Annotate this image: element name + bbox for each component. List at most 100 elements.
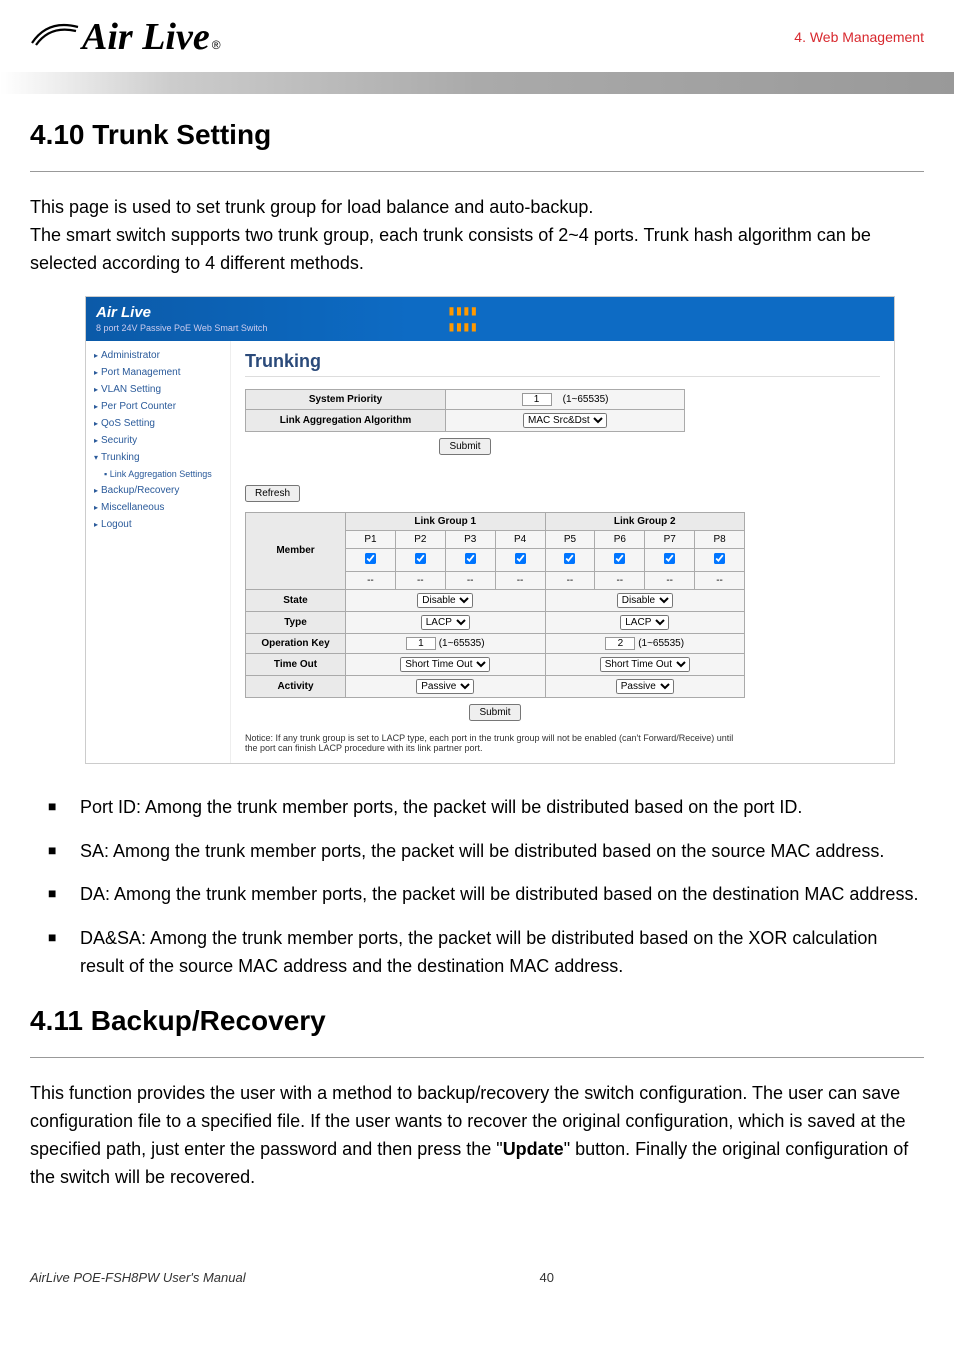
port-header: P3 (445, 530, 495, 548)
timeout-select-g2[interactable]: Short Time Out (600, 657, 690, 672)
submit-button-top[interactable]: Submit (439, 438, 490, 455)
sidebar-item-label: Link Aggregation Settings (110, 469, 212, 479)
port-indicator-icon: ▮▮▮▮▮▮▮▮ (447, 303, 477, 335)
sidebar-item-port-management[interactable]: ▸Port Management (86, 364, 230, 381)
activity-select-g2[interactable]: Passive (616, 679, 674, 694)
lacp-notice: Notice: If any trunk group is set to LAC… (245, 733, 745, 753)
member-checkbox-p8[interactable] (714, 553, 725, 564)
member-checkbox-p7[interactable] (664, 553, 675, 564)
sidebar-item-label: Miscellaneous (101, 502, 164, 513)
chevron-icon: ▸ (94, 385, 98, 394)
port-header: P6 (595, 530, 645, 548)
port-header: P8 (695, 530, 745, 548)
dash-cell: -- (495, 571, 545, 589)
algo-label: Link Aggregation Algorithm (246, 409, 446, 431)
brand-registered: ® (212, 38, 221, 52)
dash-cell: -- (645, 571, 695, 589)
system-priority-input[interactable] (522, 393, 552, 406)
member-checkbox-p5[interactable] (564, 553, 575, 564)
ss-brand: Air Live (96, 304, 267, 321)
dash-cell: -- (395, 571, 445, 589)
timeout-select-g1[interactable]: Short Time Out (400, 657, 490, 672)
activity-select-g1[interactable]: Passive (416, 679, 474, 694)
update-bold: Update (503, 1139, 564, 1159)
sidebar-item-label: Port Management (101, 367, 181, 378)
chevron-icon: ▸ (94, 520, 98, 529)
paragraph: This page is used to set trunk group for… (30, 194, 924, 278)
port-header: P1 (346, 530, 396, 548)
sidebar-item-trunking[interactable]: ▾Trunking (86, 449, 230, 466)
section-title-trunk: 4.10 Trunk Setting (30, 119, 924, 151)
system-priority-cell: (1~65535) (446, 389, 685, 409)
trunking-screenshot: Air Live 8 port 24V Passive PoE Web Smar… (85, 296, 895, 764)
sidebar-item-label: Backup/Recovery (101, 485, 179, 496)
refresh-button[interactable]: Refresh (245, 485, 300, 502)
sidebar-item-label: Administrator (101, 350, 160, 361)
port-header: P2 (395, 530, 445, 548)
sidebar-item-port-counter[interactable]: ▸Per Port Counter (86, 398, 230, 415)
port-header: P5 (545, 530, 595, 548)
member-checkbox-p6[interactable] (614, 553, 625, 564)
sidebar-item-qos[interactable]: ▸QoS Setting (86, 415, 230, 432)
opkey-input-g1[interactable] (406, 637, 436, 650)
dash-cell: -- (346, 571, 396, 589)
sidebar-item-misc[interactable]: ▸Miscellaneous (86, 499, 230, 516)
ss-main: Trunking System Priority (1~65535) Link … (231, 341, 894, 763)
bullet-list: Port ID: Among the trunk member ports, t… (30, 794, 924, 981)
state-select-g1[interactable]: Disable (417, 593, 473, 608)
ss-sidebar: ▸Administrator ▸Port Management ▸VLAN Se… (86, 341, 231, 763)
header-divider-bar (0, 72, 954, 94)
chevron-icon: ▸ (94, 351, 98, 360)
type-label: Type (246, 611, 346, 633)
member-checkbox-p3[interactable] (465, 553, 476, 564)
sidebar-item-label: Logout (101, 519, 132, 530)
priority-table: System Priority (1~65535) Link Aggregati… (245, 389, 685, 432)
algo-select[interactable]: MAC Src&Dst (523, 413, 607, 428)
sidebar-item-label: VLAN Setting (101, 384, 161, 395)
member-label: Member (246, 512, 346, 589)
link-group-2-header: Link Group 2 (545, 512, 745, 530)
sidebar-item-security[interactable]: ▸Security (86, 432, 230, 449)
chevron-icon: ▸ (94, 503, 98, 512)
type-select-g2[interactable]: LACP (620, 615, 669, 630)
dash-cell: -- (545, 571, 595, 589)
member-checkbox-p2[interactable] (415, 553, 426, 564)
text-line: This page is used to set trunk group for… (30, 197, 593, 217)
sidebar-item-label: Security (101, 435, 137, 446)
text-line: The smart switch supports two trunk grou… (30, 225, 871, 273)
list-item: Port ID: Among the trunk member ports, t… (30, 794, 924, 822)
sidebar-subitem-link-agg[interactable]: ▪ Link Aggregation Settings (86, 466, 230, 482)
ss-brand-sub: 8 port 24V Passive PoE Web Smart Switch (96, 323, 267, 333)
sidebar-item-backup[interactable]: ▸Backup/Recovery (86, 482, 230, 499)
submit-button-bottom[interactable]: Submit (469, 704, 520, 721)
sidebar-item-administrator[interactable]: ▸Administrator (86, 347, 230, 364)
member-checkbox-p4[interactable] (515, 553, 526, 564)
sidebar-item-label: QoS Setting (101, 418, 155, 429)
system-priority-label: System Priority (246, 389, 446, 409)
algo-cell: MAC Src&Dst (446, 409, 685, 431)
chevron-icon: ▸ (94, 402, 98, 411)
chevron-icon: ▸ (94, 486, 98, 495)
port-header: P7 (645, 530, 695, 548)
breadcrumb: 4. Web Management (794, 29, 924, 45)
chevron-down-icon: ▾ (94, 453, 98, 462)
state-select-g2[interactable]: Disable (617, 593, 673, 608)
page-footer: AirLive POE-FSH8PW User's Manual 40 (0, 1240, 954, 1295)
opkey-input-g2[interactable] (605, 637, 635, 650)
list-item: DA: Among the trunk member ports, the pa… (30, 881, 924, 909)
dash-cell: -- (695, 571, 745, 589)
chevron-icon: ▸ (94, 436, 98, 445)
logo-swoosh-icon (30, 17, 80, 49)
section-underline (30, 171, 924, 172)
sidebar-item-vlan[interactable]: ▸VLAN Setting (86, 381, 230, 398)
sidebar-item-label: Trunking (101, 452, 140, 463)
sidebar-item-label: Per Port Counter (101, 401, 176, 412)
port-header: P4 (495, 530, 545, 548)
page-title: Trunking (245, 351, 880, 377)
sidebar-item-logout[interactable]: ▸Logout (86, 516, 230, 533)
link-group-table: Member Link Group 1 Link Group 2 P1 P2 P… (245, 512, 745, 698)
type-select-g1[interactable]: LACP (421, 615, 470, 630)
dash-cell: -- (445, 571, 495, 589)
member-checkbox-p1[interactable] (365, 553, 376, 564)
state-label: State (246, 589, 346, 611)
